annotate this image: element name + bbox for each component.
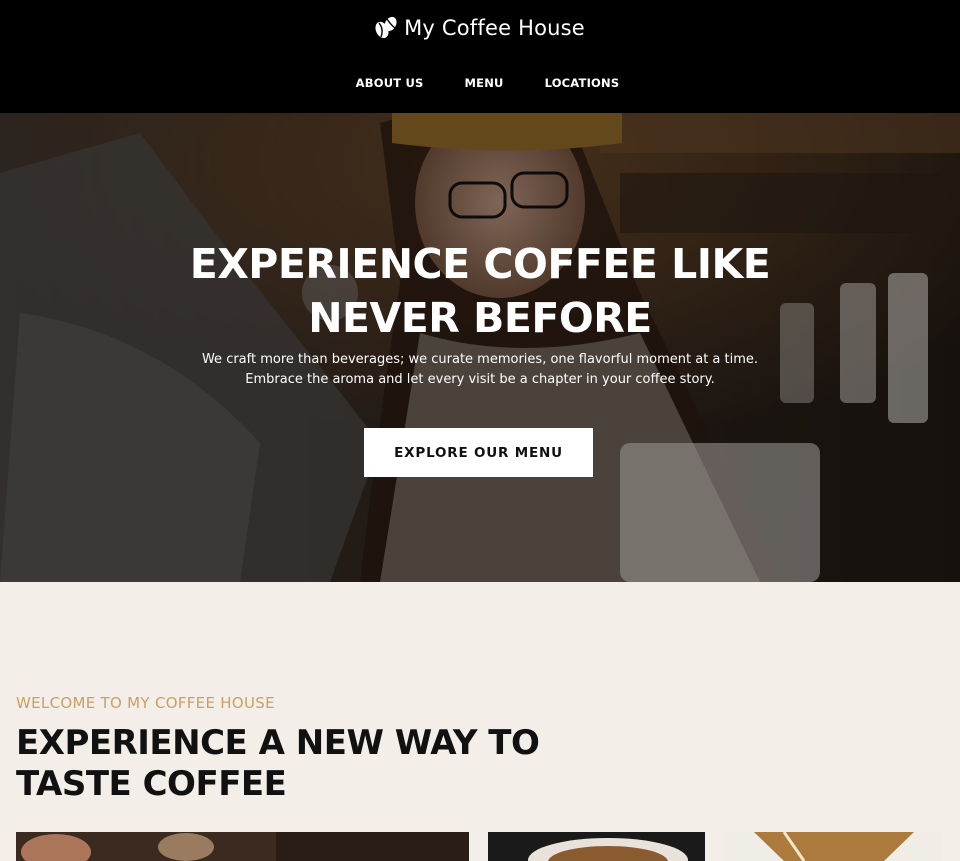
hero-title-line-2: NEVER BEFORE	[308, 294, 652, 342]
hero-subtitle-line-2: Embrace the aroma and let every visit be…	[245, 372, 715, 387]
nav-locations[interactable]: LOCATIONS	[545, 76, 620, 90]
nav-about-us[interactable]: ABOUT US	[356, 76, 424, 90]
hero-subtitle-line-1: We craft more than beverages; we curate …	[201, 352, 759, 367]
hero-background-image	[0, 113, 960, 582]
explore-menu-button[interactable]: EXPLORE OUR MENU	[364, 428, 593, 477]
feature-image-1	[16, 832, 469, 861]
brand-name: My Coffee House	[404, 16, 585, 40]
brand-logo[interactable]: My Coffee House	[0, 16, 960, 40]
hero-subtitle: We craft more than beverages; we curate …	[0, 350, 960, 390]
main-nav: ABOUT US MENU LOCATIONS	[0, 76, 960, 90]
site-header: My Coffee House ABOUT US MENU LOCATIONS	[0, 0, 960, 113]
welcome-title: EXPERIENCE A NEW WAY TO TASTE COFFEE	[16, 723, 576, 805]
hero-section: EXPERIENCE COFFEE LIKE NEVER BEFORE We c…	[0, 113, 960, 582]
hero-title-line-1: EXPERIENCE COFFEE LIKE	[189, 240, 771, 288]
welcome-eyebrow: WELCOME TO MY COFFEE HOUSE	[16, 694, 275, 712]
welcome-title-line-1: EXPERIENCE A NEW WAY TO	[16, 723, 540, 763]
welcome-title-line-2: TASTE COFFEE	[16, 764, 287, 804]
coffee-beans-icon	[375, 16, 397, 39]
feature-image-2	[488, 832, 705, 861]
nav-menu[interactable]: MENU	[465, 76, 504, 90]
hero-title: EXPERIENCE COFFEE LIKE NEVER BEFORE	[0, 237, 960, 345]
feature-image-3	[724, 832, 941, 861]
